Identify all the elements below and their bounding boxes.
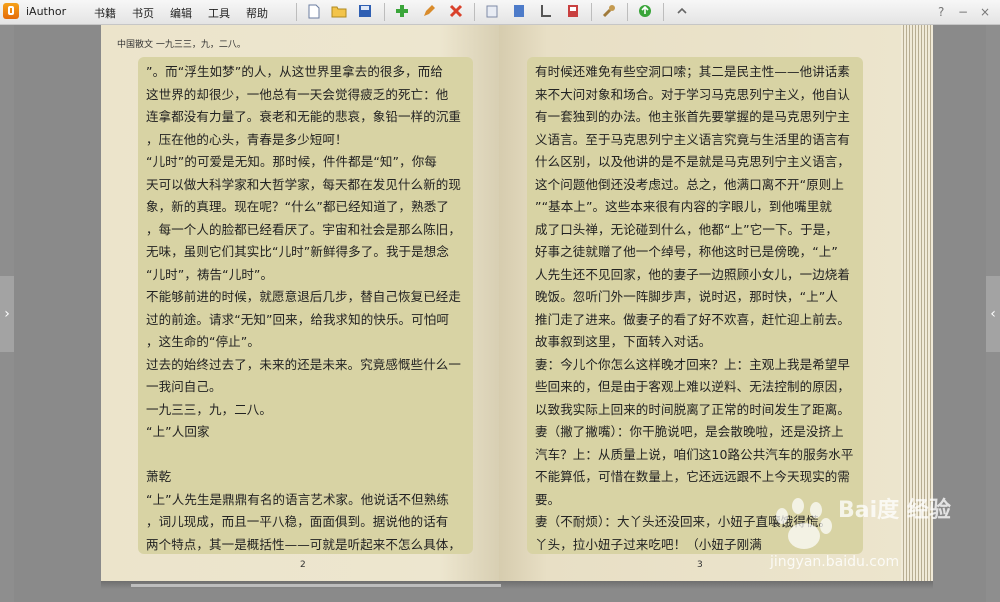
menu-edit[interactable]: 编辑 — [170, 5, 192, 21]
text-line: 推门走了进来。做妻子的看了好不欢喜，赶忙迎上前去。 — [535, 311, 851, 327]
text-line: ”“基本上”。这些本来很有内容的字眼儿，到他嘴里就 — [535, 199, 832, 214]
right-page-number: 3 — [697, 560, 703, 570]
app-name: iAuthor — [26, 5, 67, 18]
text-line: 有时候还难免有些空洞口嗦；其二是民主性——他讲话素 — [535, 64, 851, 79]
horizontal-scrollbar[interactable] — [131, 584, 501, 587]
close-button[interactable]: × — [980, 4, 990, 20]
delete-x-icon[interactable] — [448, 4, 464, 20]
wrench-icon[interactable] — [601, 4, 617, 20]
add-icon[interactable] — [394, 4, 410, 20]
text-line: ，词儿现成，而且一平八稳，面面俱到。据说他的话有 — [146, 514, 449, 529]
watermark-url: jingyan.baidu.com — [770, 554, 900, 570]
open-folder-icon[interactable] — [331, 4, 347, 20]
text-line: 以致我实际上回来的时间脱离了正常的时间发生了距离。 — [535, 401, 851, 417]
text-line: “上”人先生是鼎鼎有名的语言艺术家。他说话不但熟练 — [146, 491, 449, 507]
left-page: 中国散文 一九三三，九，二八。 ”。而“浮生如梦”的人，从这世界里拿去的很多，而… — [101, 25, 499, 581]
text-line: 天可以做大科学家和大哲学家，每天都在发见什么新的现 — [146, 176, 462, 192]
text-line — [146, 444, 470, 467]
text-line: 义语言。至于马克思列宁主义语言究竟与生活里的语言有 — [535, 131, 851, 147]
menu-page[interactable]: 书页 — [132, 5, 154, 21]
text-line: 一我问自己。 — [146, 379, 222, 394]
text-line: 妻（撇了撇嘴）：你干脆说吧，是会散晚啦，还是没挤上 — [535, 424, 844, 439]
corner-icon[interactable] — [538, 4, 554, 20]
toolbar-separator — [591, 3, 592, 21]
book-icon[interactable] — [511, 4, 527, 20]
right-text-lines: 有时候还难免有些空洞口嗦；其二是民主性——他讲话素 来不大问对象和场合。对于学习马… — [535, 61, 859, 556]
text-line: 些回来的，但是由于客观上难以逆料、无法控制的原因， — [535, 379, 851, 394]
left-text-lines: ”。而“浮生如梦”的人，从这世界里拿去的很多，而给 这世界的却很少，一他总有一天会… — [146, 61, 470, 556]
text-line: “儿时”的可爱是无知。那时候，件件都是“知”，你每 — [146, 154, 437, 169]
text-line: 不能够前进的时候，就愿意退后几步，替自己恢复已经走 — [146, 289, 462, 304]
text-line: ，压在他的心头，青春是多少短呵！ — [146, 131, 348, 147]
text-line: “儿时”，祷告“儿时”。 — [146, 266, 274, 282]
app-logo-icon — [3, 3, 19, 19]
toolbar-separator — [627, 3, 628, 21]
watermark-brand: Bai度 经验 — [838, 498, 951, 523]
right-text-box[interactable]: 有时候还难免有些空洞口嗦；其二是民主性——他讲话素 来不大问对象和场合。对于学习马… — [527, 57, 863, 554]
text-line: 来不大问对象和场合。对于学习马克思列宁主义，他自认 — [535, 86, 851, 102]
toolbar-separator — [474, 3, 475, 21]
go-icon[interactable] — [637, 4, 653, 20]
save-icon[interactable] — [357, 4, 373, 20]
text-line: 好事之徒就赠了他一个绰号，称他这时已是傍晚，“上” — [535, 244, 838, 259]
running-head: 中国散文 一九三三，九，二八。 — [117, 40, 246, 50]
toolbar-separator — [296, 3, 297, 21]
help-button[interactable]: ? — [938, 4, 944, 20]
text-line: 汽车？上：从质量上说，咱们这10路公共汽车的服务水平 — [535, 446, 854, 462]
export-icon[interactable] — [565, 4, 581, 20]
text-line: 故事叙到这里，下面转入对话。 — [535, 334, 712, 349]
text-line: 妻：今儿个你怎么这样晚才回来？上：主观上我是希望早 — [535, 356, 851, 372]
toolbar-separator — [384, 3, 385, 21]
text-line: 什么区别，以及他讲的是不是就是马克思列宁主义语言， — [535, 154, 851, 169]
minimize-button[interactable]: − — [958, 4, 968, 20]
chevron-left-icon: ‹ — [990, 306, 996, 322]
menu-book[interactable]: 书籍 — [94, 5, 116, 21]
text-line: 这世界的却很少，一他总有一天会觉得疲乏的死亡：他 — [146, 86, 449, 102]
text-line: 过的前途。请求“无知”回来，给我求知的快乐。可怕呵 — [146, 311, 449, 327]
text-line: 过去的始终过去了，未来的还是未来。究竟感慨些什么一 — [146, 356, 462, 372]
text-line: ，这生命的“停止”。 — [146, 334, 260, 349]
left-page-number: 2 — [300, 560, 306, 570]
text-line: 象，新的真理。现在呢？“什么”都已经知道了，熟悉了 — [146, 199, 449, 214]
text-line: 成了口头禅，无论碰到什么，他都“上”它一下。于是， — [535, 221, 838, 237]
collapse-icon[interactable] — [674, 4, 690, 20]
text-line: ，每一个人的脸都已经看厌了。宇宙和社会是那么陈旧， — [146, 221, 462, 237]
text-line: 两个特点，其一是概括性——可就是听起来不怎么具体， — [146, 536, 462, 552]
text-line: 人先生还不见回家，他的妻子一边照顾小女儿，一边烧着 — [535, 266, 851, 282]
chevron-right-icon: › — [4, 306, 10, 322]
text-line: ”。而“浮生如梦”的人，从这世界里拿去的很多，而给 — [146, 64, 443, 79]
text-line: 萧乾 — [146, 469, 172, 484]
text-line: 连拿都没有力量了。衰老和无能的悲哀，象铅一样的沉重 — [146, 109, 462, 124]
menu-tools[interactable]: 工具 — [208, 5, 230, 21]
text-line: 晚饭。忽听门外一阵脚步声，说时迟，那时快，“上”人 — [535, 289, 838, 304]
top-toolbar: iAuthor 书籍 书页 编辑 工具 帮助 ? − × — [0, 0, 1000, 25]
edit-pencil-icon[interactable] — [421, 4, 437, 20]
text-line: 一九三三，九，二八。 — [146, 401, 273, 417]
next-page-button[interactable]: ‹ — [986, 276, 1000, 352]
text-line: “上”人回家 — [146, 424, 210, 439]
menu-help[interactable]: 帮助 — [246, 5, 268, 21]
prev-page-button[interactable]: › — [0, 276, 14, 352]
toolbar-separator — [663, 3, 664, 21]
text-line: 有一套独到的办法。他主张首先要掌握的是马克思列宁主 — [535, 109, 851, 124]
text-line: 这个问题他倒还没考虑过。总之，他满口离不开“原则上 — [535, 176, 844, 192]
text-line: 不能算低，可惜在数量上，它还远远跟不上今天现实的需 — [535, 469, 851, 484]
page-layout-icon[interactable] — [484, 4, 500, 20]
left-text-box[interactable]: ”。而“浮生如梦”的人，从这世界里拿去的很多，而给 这世界的却很少，一他总有一天会… — [138, 57, 473, 554]
text-line: 无味，虽则它们其实比“儿时”新鲜得多了。我于是想念 — [146, 244, 449, 259]
new-file-icon[interactable] — [306, 4, 322, 20]
